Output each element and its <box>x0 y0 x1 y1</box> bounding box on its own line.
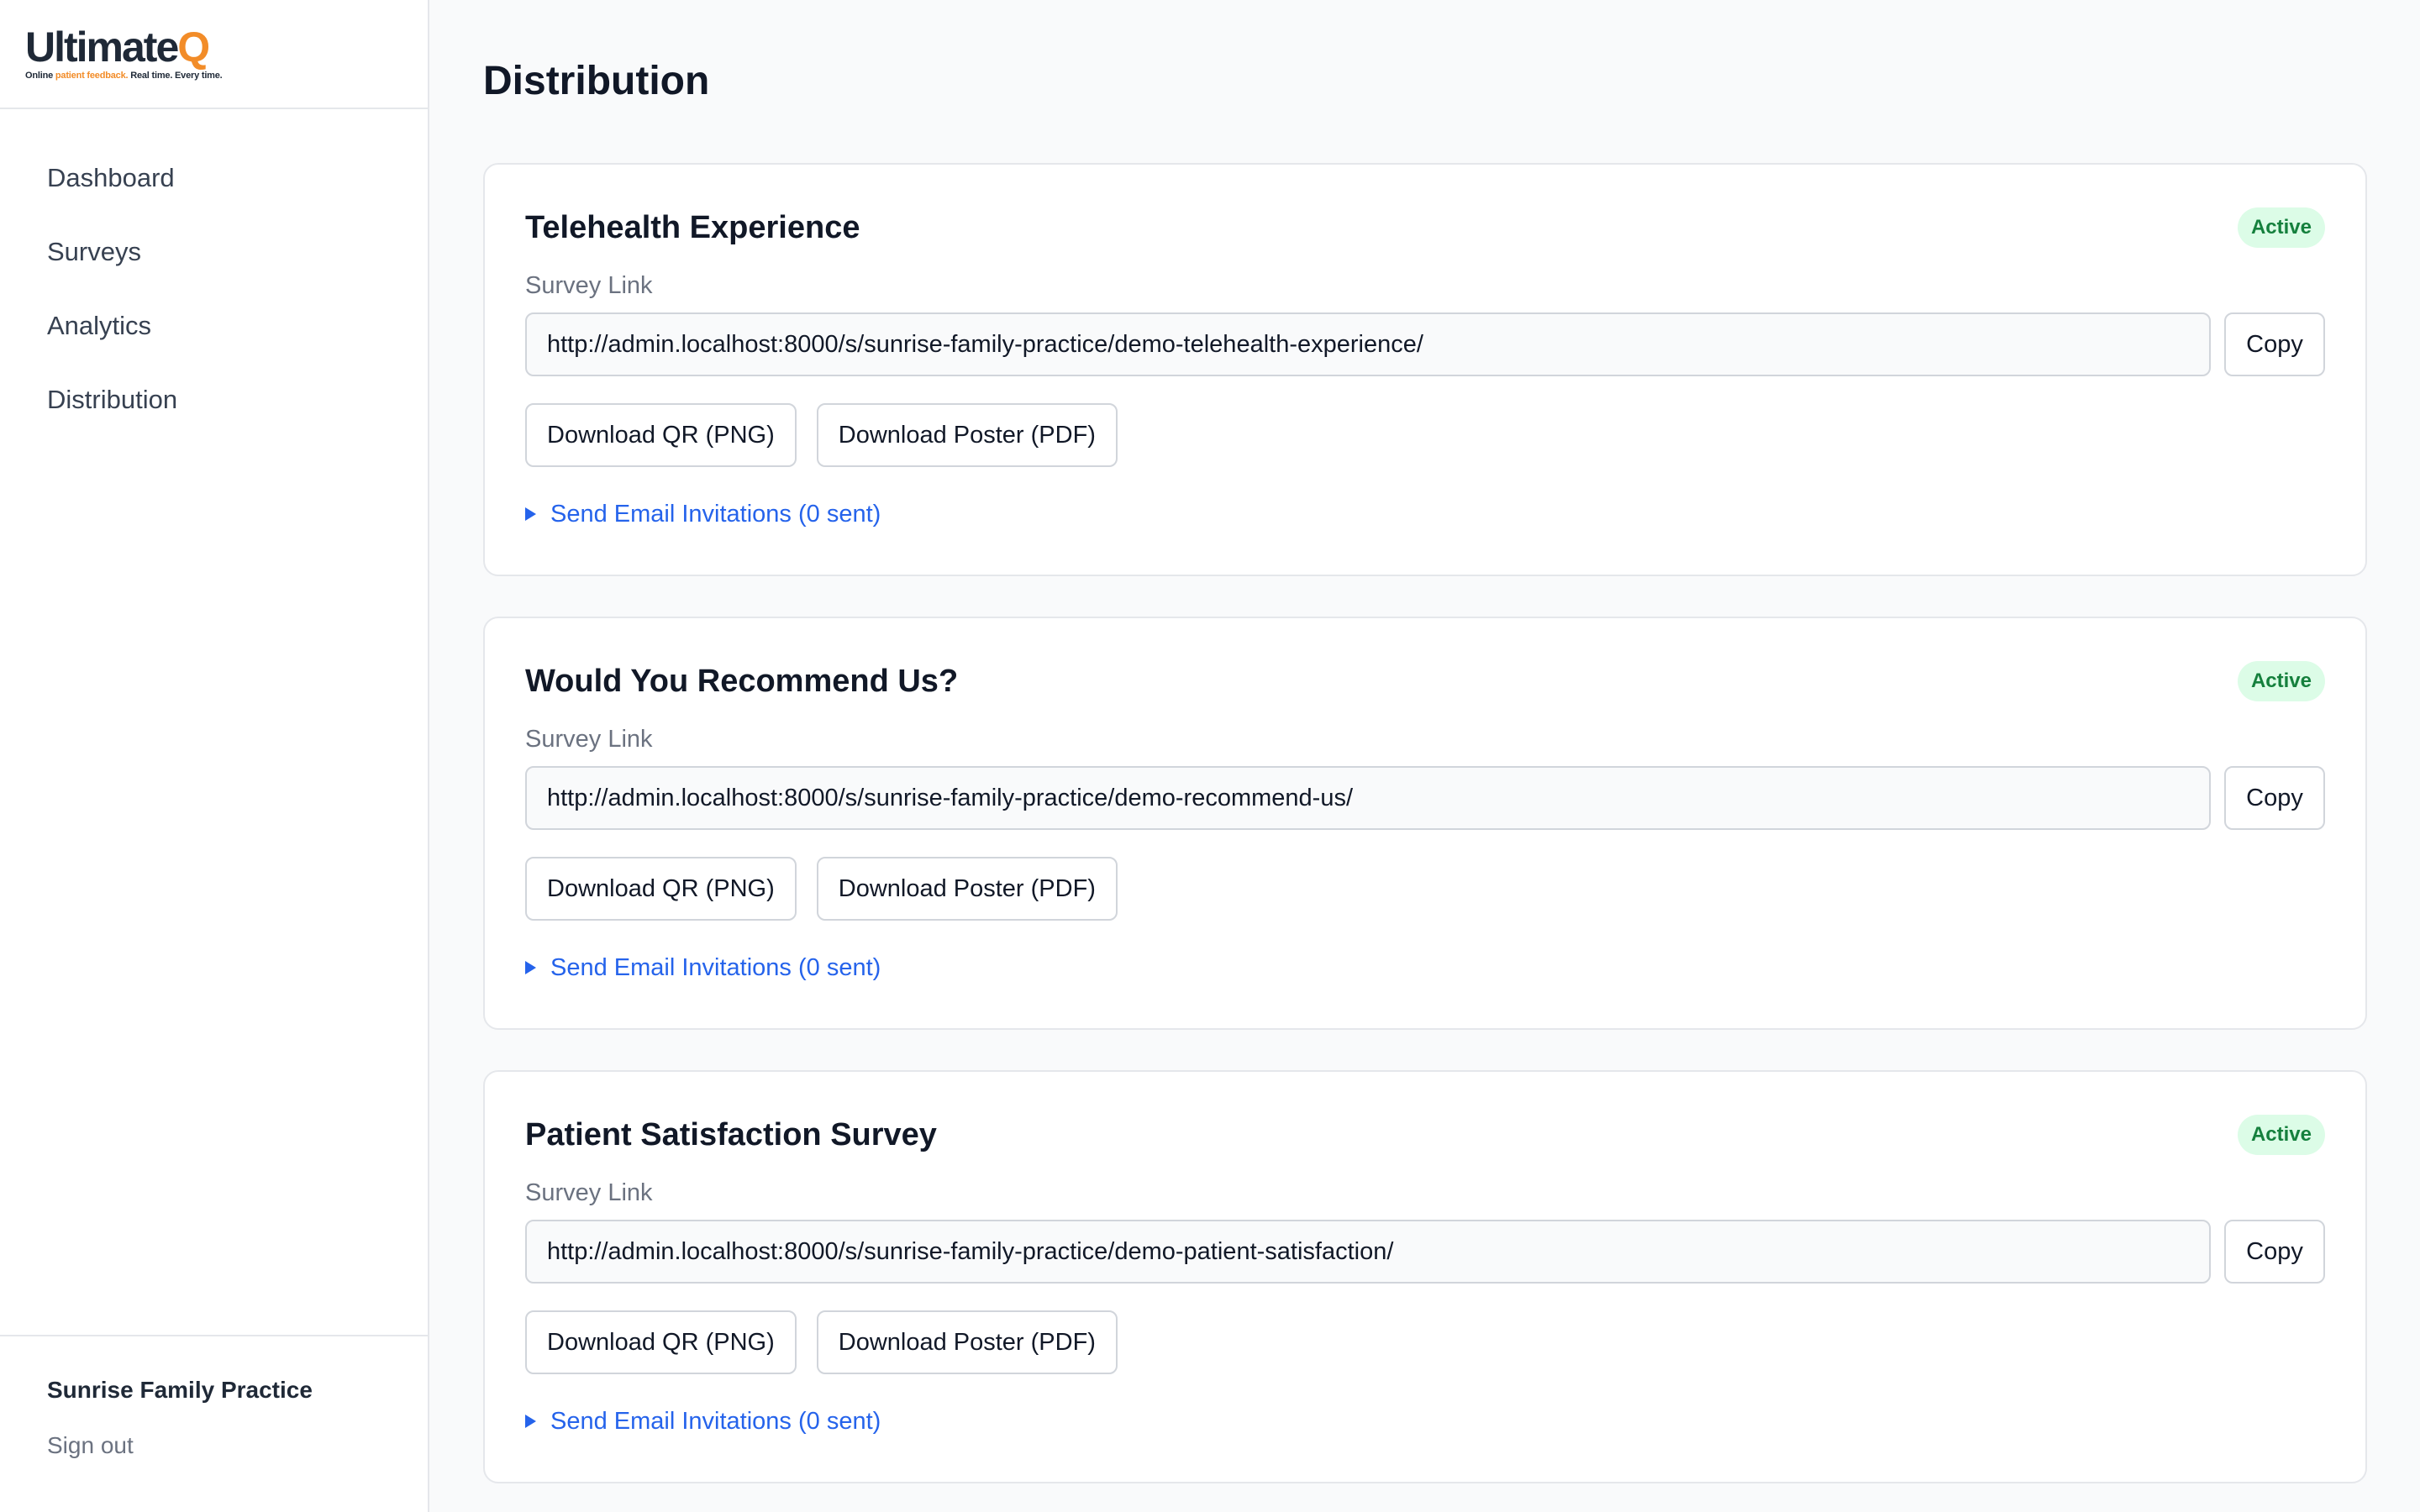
org-name: Sunrise Family Practice <box>47 1377 313 1403</box>
disclosure-triangle-icon <box>525 507 536 521</box>
disclosure-triangle-icon <box>525 1415 536 1428</box>
download-qr-button[interactable]: Download QR (PNG) <box>525 403 797 467</box>
survey-title: Telehealth Experience <box>525 209 860 245</box>
status-badge: Active <box>2237 207 2325 248</box>
download-qr-button[interactable]: Download QR (PNG) <box>525 857 797 921</box>
survey-card: Telehealth Experience Active Survey Link… <box>483 163 2367 576</box>
email-invitations-toggle[interactable]: Send Email Invitations (0 sent) <box>525 951 2325 984</box>
card-header: Telehealth Experience Active <box>525 205 2325 250</box>
card-header: Patient Satisfaction Survey Active <box>525 1112 2325 1158</box>
email-invitations-label: Send Email Invitations (0 sent) <box>550 1407 881 1435</box>
sidebar: UltimateQ Online patient feedback. Real … <box>0 0 429 1512</box>
email-invitations-toggle[interactable]: Send Email Invitations (0 sent) <box>525 497 2325 531</box>
link-row: http://admin.localhost:8000/s/sunrise-fa… <box>525 766 2325 830</box>
survey-link-label: Survey Link <box>525 272 653 299</box>
logo-tagline: Online patient feedback. Real time. Ever… <box>25 71 428 81</box>
email-invitations-label: Send Email Invitations (0 sent) <box>550 953 881 981</box>
sidebar-item-surveys[interactable]: Surveys <box>0 227 428 301</box>
download-buttons: Download QR (PNG) Download Poster (PDF) <box>525 1310 2325 1374</box>
status-badge: Active <box>2237 661 2325 701</box>
tagline-part-2: patient feedback. <box>55 71 129 81</box>
signout-link[interactable]: Sign out <box>47 1432 428 1459</box>
survey-link-input[interactable]: http://admin.localhost:8000/s/sunrise-fa… <box>525 1220 2211 1284</box>
app-root: UltimateQ Online patient feedback. Real … <box>0 0 2420 1512</box>
status-badge: Active <box>2237 1115 2325 1155</box>
survey-link-label: Survey Link <box>525 726 653 753</box>
sidebar-item-dashboard[interactable]: Dashboard <box>0 153 428 227</box>
survey-link-input[interactable]: http://admin.localhost:8000/s/sunrise-fa… <box>525 766 2211 830</box>
disclosure-triangle-icon <box>525 961 536 974</box>
link-row: http://admin.localhost:8000/s/sunrise-fa… <box>525 1220 2325 1284</box>
download-poster-button[interactable]: Download Poster (PDF) <box>816 857 1118 921</box>
survey-link-input[interactable]: http://admin.localhost:8000/s/sunrise-fa… <box>525 312 2211 376</box>
email-invitations-label: Send Email Invitations (0 sent) <box>550 500 881 528</box>
logo[interactable]: UltimateQ Online patient feedback. Real … <box>0 0 428 109</box>
download-buttons: Download QR (PNG) Download Poster (PDF) <box>525 403 2325 467</box>
download-poster-button[interactable]: Download Poster (PDF) <box>816 1310 1118 1374</box>
main-content: Distribution Telehealth Experience Activ… <box>429 0 2420 1512</box>
sidebar-item-distribution[interactable]: Distribution <box>0 375 428 449</box>
download-buttons: Download QR (PNG) Download Poster (PDF) <box>525 857 2325 921</box>
sidebar-nav: Dashboard Surveys Analytics Distribution <box>0 109 428 449</box>
card-header: Would You Recommend Us? Active <box>525 659 2325 704</box>
email-invitations-toggle[interactable]: Send Email Invitations (0 sent) <box>525 1404 2325 1438</box>
survey-card: Patient Satisfaction Survey Active Surve… <box>483 1070 2367 1483</box>
survey-link-label: Survey Link <box>525 1179 653 1206</box>
survey-title: Would You Recommend Us? <box>525 663 959 699</box>
copy-button[interactable]: Copy <box>2224 312 2325 376</box>
page-title: Distribution <box>483 59 710 103</box>
sidebar-item-analytics[interactable]: Analytics <box>0 301 428 375</box>
sidebar-footer: Sunrise Family Practice Sign out <box>0 1335 428 1512</box>
survey-card: Would You Recommend Us? Active Survey Li… <box>483 617 2367 1030</box>
logo-q: Q <box>177 24 210 71</box>
logo-name: Ultimate <box>25 24 179 71</box>
download-qr-button[interactable]: Download QR (PNG) <box>525 1310 797 1374</box>
link-row: http://admin.localhost:8000/s/sunrise-fa… <box>525 312 2325 376</box>
tagline-part-3: Real time. Every time. <box>128 71 223 81</box>
copy-button[interactable]: Copy <box>2224 1220 2325 1284</box>
survey-title: Patient Satisfaction Survey <box>525 1116 937 1152</box>
tagline-part-1: Online <box>25 71 55 81</box>
logo-wordmark: UltimateQ <box>25 25 428 69</box>
download-poster-button[interactable]: Download Poster (PDF) <box>816 403 1118 467</box>
copy-button[interactable]: Copy <box>2224 766 2325 830</box>
